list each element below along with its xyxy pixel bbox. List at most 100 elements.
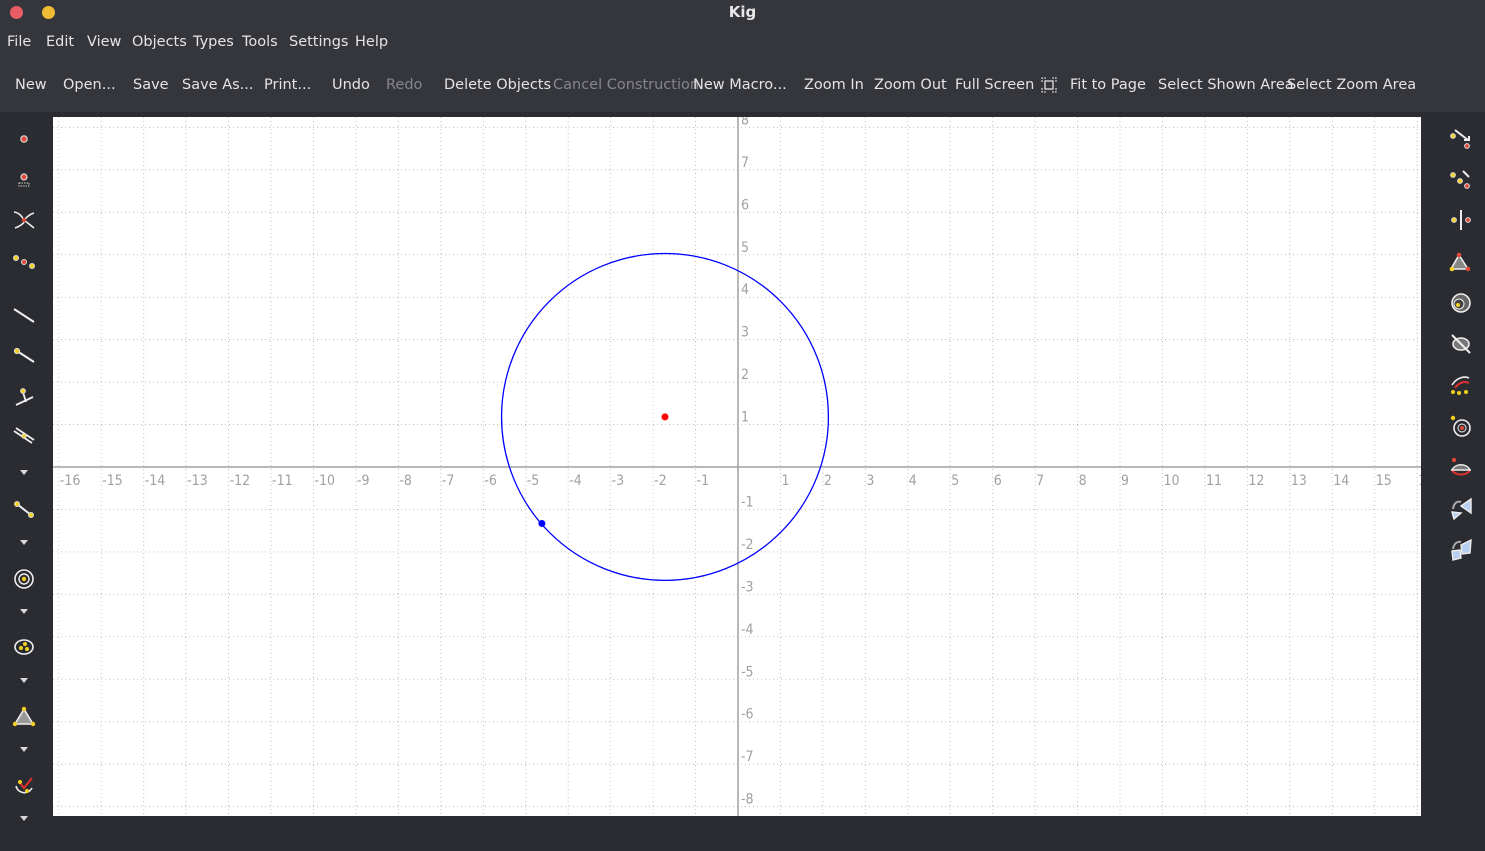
menu-edit[interactable]: Edit: [46, 34, 74, 50]
rotation-icon[interactable]: [1449, 250, 1473, 274]
y-tick-label: -2: [741, 537, 754, 553]
point-icon[interactable]: [12, 127, 36, 151]
x-tick-label: 12: [1248, 473, 1264, 489]
x-tick-label: -10: [315, 473, 336, 489]
x-tick-label: -12: [230, 473, 251, 489]
polygon-icon[interactable]: [12, 705, 36, 729]
scaling-over-center-icon[interactable]: [1449, 291, 1473, 315]
x-tick-label: 1: [781, 473, 789, 489]
y-tick-label: 2: [741, 367, 749, 383]
center-point[interactable]: [661, 413, 669, 421]
print-button[interactable]: Print...: [264, 77, 311, 93]
conic-icon[interactable]: [12, 635, 36, 659]
x-tick-label: 6: [994, 473, 1002, 489]
x-tick-label: 13: [1291, 473, 1307, 489]
zoom-out-button[interactable]: Zoom Out: [874, 77, 947, 93]
x-tick-label: -5: [527, 473, 540, 489]
more-polygons-arrow[interactable]: [20, 747, 28, 752]
perpendicular-line-icon[interactable]: [12, 384, 36, 408]
circle-icon[interactable]: [12, 567, 36, 591]
x-tick-label: 5: [951, 473, 959, 489]
undo-button[interactable]: Undo: [332, 77, 370, 93]
delete-objects-button[interactable]: Delete Objects: [444, 77, 551, 93]
open-button[interactable]: Open...: [63, 77, 116, 93]
scaling-over-line-icon[interactable]: [1449, 332, 1473, 356]
y-tick-label: 8: [741, 117, 749, 128]
select-zoom-area-button[interactable]: Select Zoom Area: [1287, 77, 1416, 93]
y-tick-label: 7: [741, 155, 749, 171]
zoom-in-button[interactable]: Zoom In: [804, 77, 864, 93]
new-macro-button[interactable]: New Macro...: [693, 77, 787, 93]
x-tick-label: 4: [909, 473, 917, 489]
intersection-point-icon[interactable]: [12, 208, 36, 232]
parallel-line-icon[interactable]: [12, 425, 36, 449]
fit-to-page-icon[interactable]: [1041, 77, 1057, 93]
redo-button[interactable]: Redo: [386, 77, 422, 93]
x-tick-label: 9: [1121, 473, 1129, 489]
arc-transform-icon[interactable]: [1449, 373, 1473, 397]
y-tick-label: -6: [741, 707, 754, 723]
select-shown-area-button[interactable]: Select Shown Area: [1158, 77, 1294, 93]
y-tick-label: -7: [741, 749, 754, 765]
segment-icon[interactable]: [12, 498, 36, 522]
y-tick-label: -8: [741, 792, 754, 808]
x-tick-label: 15: [1376, 473, 1392, 489]
drawing-canvas[interactable]: -16 -15 -14 -13 -12 -11 -10 -9 -8 -7 -6 -5 -4 -3 -2 -1 1…: [53, 117, 1421, 816]
y-tick-label: 4: [741, 282, 749, 298]
menu-bar: File Edit View Objects Types Tools Setti…: [0, 26, 1485, 62]
y-tick-label: -4: [741, 622, 754, 638]
menu-objects[interactable]: Objects: [132, 34, 187, 50]
menu-help[interactable]: Help: [355, 34, 388, 50]
save-button[interactable]: Save: [133, 77, 169, 93]
x-tick-label: -2: [654, 473, 667, 489]
x-tick-label: -11: [272, 473, 293, 489]
more-lines-arrow[interactable]: [20, 470, 28, 475]
menu-tools[interactable]: Tools: [242, 34, 278, 50]
midpoint-icon[interactable]: [12, 250, 36, 274]
title-bar: Kig: [0, 0, 1485, 26]
x-tick-label: -15: [102, 473, 123, 489]
more-circles-arrow[interactable]: [20, 609, 28, 614]
y-tick-label: 1: [741, 410, 749, 426]
more-angles-arrow[interactable]: [20, 816, 28, 821]
x-tick-label: -4: [569, 473, 582, 489]
y-tick-label: -1: [741, 494, 754, 510]
x-tick-label: -3: [612, 473, 625, 489]
y-tick-label: 6: [741, 197, 749, 213]
ray-icon[interactable]: [12, 343, 36, 367]
point-reflection-icon[interactable]: [1449, 167, 1473, 191]
more-segments-arrow[interactable]: [20, 540, 28, 545]
point-on-circle[interactable]: [538, 519, 546, 527]
circular-inversion-icon[interactable]: [1449, 414, 1473, 438]
full-screen-button[interactable]: Full Screen: [955, 77, 1034, 93]
x-tick-label: -13: [187, 473, 208, 489]
x-tick-label: 16: [1418, 473, 1421, 489]
cancel-construction-button[interactable]: Cancel Construction: [553, 77, 699, 93]
x-tick-label: 3: [866, 473, 874, 489]
x-tick-label: 14: [1333, 473, 1349, 489]
harmonic-homology-icon[interactable]: [1449, 455, 1473, 479]
x-tick-label: 8: [1079, 473, 1087, 489]
menu-view[interactable]: View: [87, 34, 121, 50]
y-tick-label: -3: [741, 579, 754, 595]
angle-icon[interactable]: [12, 774, 36, 798]
x-tick-label: -6: [484, 473, 497, 489]
line-icon[interactable]: [12, 303, 36, 327]
y-tick-label: 5: [741, 240, 749, 256]
menu-settings[interactable]: Settings: [289, 34, 348, 50]
new-button[interactable]: New: [15, 77, 47, 93]
geometry-view[interactable]: -16 -15 -14 -13 -12 -11 -10 -9 -8 -7 -6 -5 -4 -3 -2 -1 1…: [53, 117, 1421, 816]
menu-file[interactable]: File: [7, 34, 31, 50]
projectivity-icon[interactable]: [1449, 537, 1473, 561]
menu-types[interactable]: Types: [193, 34, 234, 50]
affinity-icon[interactable]: [1449, 496, 1473, 520]
line-reflection-icon[interactable]: [1449, 208, 1473, 232]
constrained-point-icon[interactable]: [12, 168, 36, 192]
x-tick-label: -1: [697, 473, 710, 489]
more-conics-arrow[interactable]: [20, 678, 28, 683]
save-as-button[interactable]: Save As...: [182, 77, 254, 93]
x-tick-label: 2: [824, 473, 832, 489]
fit-to-page-button[interactable]: Fit to Page: [1070, 77, 1146, 93]
x-tick-label: 10: [1164, 473, 1180, 489]
translation-icon[interactable]: [1449, 127, 1473, 151]
